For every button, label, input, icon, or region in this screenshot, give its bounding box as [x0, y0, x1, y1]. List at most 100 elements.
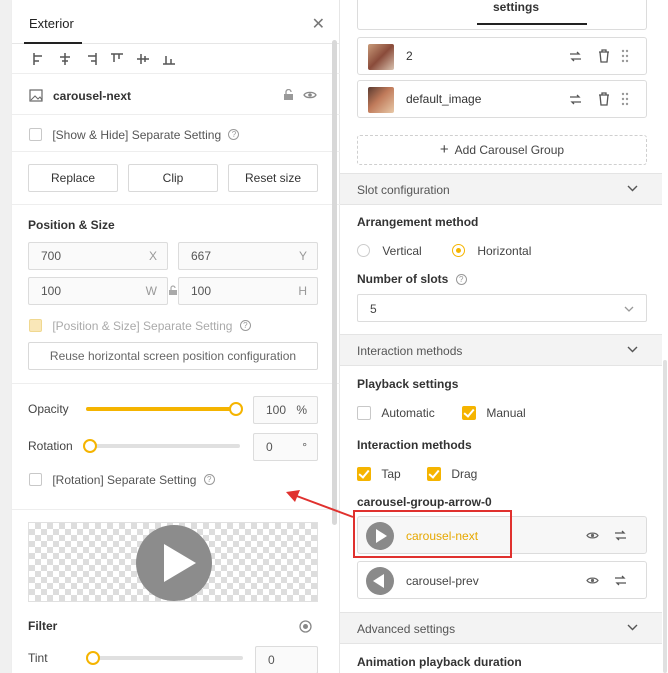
chevron-down-icon[interactable]	[627, 624, 638, 631]
align-left-icon[interactable]	[32, 52, 46, 66]
h-unit: H	[298, 284, 307, 298]
lock-ratio-icon[interactable]	[168, 285, 178, 296]
replace-icon[interactable]	[569, 50, 582, 63]
position-separate-checkbox[interactable]	[29, 319, 42, 333]
help-icon[interactable]: ?	[203, 474, 215, 486]
opacity-knob[interactable]	[229, 402, 243, 416]
tint-knob[interactable]	[86, 651, 100, 665]
advanced-section[interactable]: Advanced settings	[340, 612, 662, 644]
opacity-fill	[86, 407, 236, 411]
interaction-section[interactable]: Interaction methods	[340, 334, 662, 366]
delete-icon[interactable]	[598, 49, 610, 63]
position-size-title: Position & Size	[28, 218, 115, 232]
play-left-icon	[366, 567, 394, 595]
align-bottom-icon[interactable]	[162, 52, 176, 66]
replace-button[interactable]: Replace	[28, 164, 118, 192]
h-input[interactable]: 100 H	[178, 277, 318, 305]
arrangement-horizontal[interactable]: Horizontal	[452, 243, 531, 258]
filter-title: Filter	[28, 619, 58, 633]
manual-label: Manual	[486, 405, 526, 420]
highlight-box	[353, 510, 512, 558]
align-center-v-icon[interactable]	[136, 52, 150, 66]
opacity-slider[interactable]	[86, 402, 243, 416]
slot-config-section[interactable]: Slot configuration	[340, 173, 662, 205]
drag-label: Drag	[451, 466, 478, 481]
help-icon[interactable]: ?	[239, 320, 251, 332]
position-separate-setting[interactable]: [Position & Size] Separate Setting ?	[29, 318, 251, 333]
show-hide-checkbox[interactable]	[29, 128, 42, 142]
opacity-input[interactable]: 100%	[253, 396, 318, 424]
radio-horizontal[interactable]	[452, 244, 465, 258]
tint-slider[interactable]	[86, 651, 243, 665]
chevron-down-icon[interactable]	[627, 346, 638, 353]
arrangement-vertical[interactable]: Vertical	[357, 243, 422, 258]
tab-exterior[interactable]: Exterior	[29, 16, 74, 31]
align-center-h-icon[interactable]	[58, 52, 72, 66]
add-carousel-group-button[interactable]: + Add Carousel Group	[357, 135, 647, 165]
interaction-section-title: Interaction methods	[357, 344, 463, 358]
alignment-toolbar	[12, 44, 340, 74]
opacity-value: 100	[266, 403, 287, 417]
rotation-separate-setting[interactable]: [Rotation] Separate Setting ?	[29, 472, 215, 487]
eye-icon[interactable]	[586, 531, 599, 540]
arrangement-label: Arrangement method	[357, 215, 479, 229]
scrollbar[interactable]	[332, 40, 337, 525]
lock-icon[interactable]	[283, 89, 294, 101]
drag-handle-icon[interactable]	[621, 92, 629, 106]
eye-icon[interactable]	[586, 576, 599, 585]
tint-value: 0	[268, 653, 275, 667]
w-value: 100	[41, 284, 62, 298]
animation-duration-label: Animation playback duration	[357, 655, 522, 669]
replace-icon[interactable]	[614, 574, 627, 587]
help-icon[interactable]: ?	[455, 274, 467, 286]
arrow-item-prev[interactable]: carousel-prev	[357, 561, 647, 599]
tint-input[interactable]: 0	[255, 646, 318, 673]
align-right-icon[interactable]	[84, 52, 98, 66]
reset-size-button[interactable]: Reset size	[228, 164, 318, 192]
divider	[12, 204, 340, 205]
radio-vertical[interactable]	[357, 244, 370, 258]
rotation-slider[interactable]	[83, 439, 240, 453]
chevron-down-icon[interactable]	[627, 185, 638, 192]
carousel-item[interactable]: 2	[357, 37, 647, 75]
chevron-down-icon	[624, 306, 634, 312]
w-unit: W	[145, 284, 157, 298]
manual-checkbox[interactable]	[462, 405, 476, 420]
y-input[interactable]: 667 Y	[178, 242, 318, 270]
automatic-checkbox[interactable]	[357, 405, 371, 420]
reuse-config-button[interactable]: Reuse horizontal screen position configu…	[28, 342, 318, 370]
align-top-icon[interactable]	[110, 52, 124, 66]
x-input[interactable]: 700 X	[28, 242, 168, 270]
rotation-unit: °	[302, 440, 307, 454]
right-scrollbar[interactable]	[663, 360, 667, 673]
settings-panel: settings 2 default_image + Add Carousel G…	[340, 0, 668, 673]
playback-automatic[interactable]: Automatic	[357, 405, 435, 420]
w-input[interactable]: 100 W	[28, 277, 168, 305]
carousel-list-top	[357, 0, 647, 30]
rotation-input[interactable]: 0 °	[253, 433, 318, 461]
show-hide-setting[interactable]: [Show & Hide] Separate Setting ?	[29, 127, 240, 142]
replace-icon[interactable]	[569, 93, 582, 106]
help-icon[interactable]: ?	[228, 129, 240, 141]
slots-select[interactable]: 5	[357, 294, 647, 322]
rotation-label: Rotation	[28, 439, 73, 453]
eye-icon[interactable]	[303, 90, 317, 100]
element-info-row: carousel-next	[12, 75, 340, 115]
close-icon[interactable]: ✕	[312, 14, 325, 34]
rotation-value: 0	[266, 440, 273, 454]
replace-icon[interactable]	[614, 529, 627, 542]
carousel-item[interactable]: default_image	[357, 80, 647, 118]
opacity-unit: %	[296, 403, 307, 417]
rotation-knob[interactable]	[83, 439, 97, 453]
filter-reset-icon[interactable]	[299, 620, 312, 633]
playback-manual[interactable]: Manual	[462, 405, 526, 420]
tap-checkbox[interactable]	[357, 466, 371, 481]
clip-button[interactable]: Clip	[128, 164, 218, 192]
interaction-drag[interactable]: Drag	[427, 466, 477, 481]
interaction-tap[interactable]: Tap	[357, 466, 401, 481]
add-group-label: Add Carousel Group	[454, 143, 565, 157]
drag-handle-icon[interactable]	[621, 49, 629, 63]
delete-icon[interactable]	[598, 92, 610, 106]
rotation-separate-checkbox[interactable]	[29, 473, 42, 487]
drag-checkbox[interactable]	[427, 466, 441, 481]
